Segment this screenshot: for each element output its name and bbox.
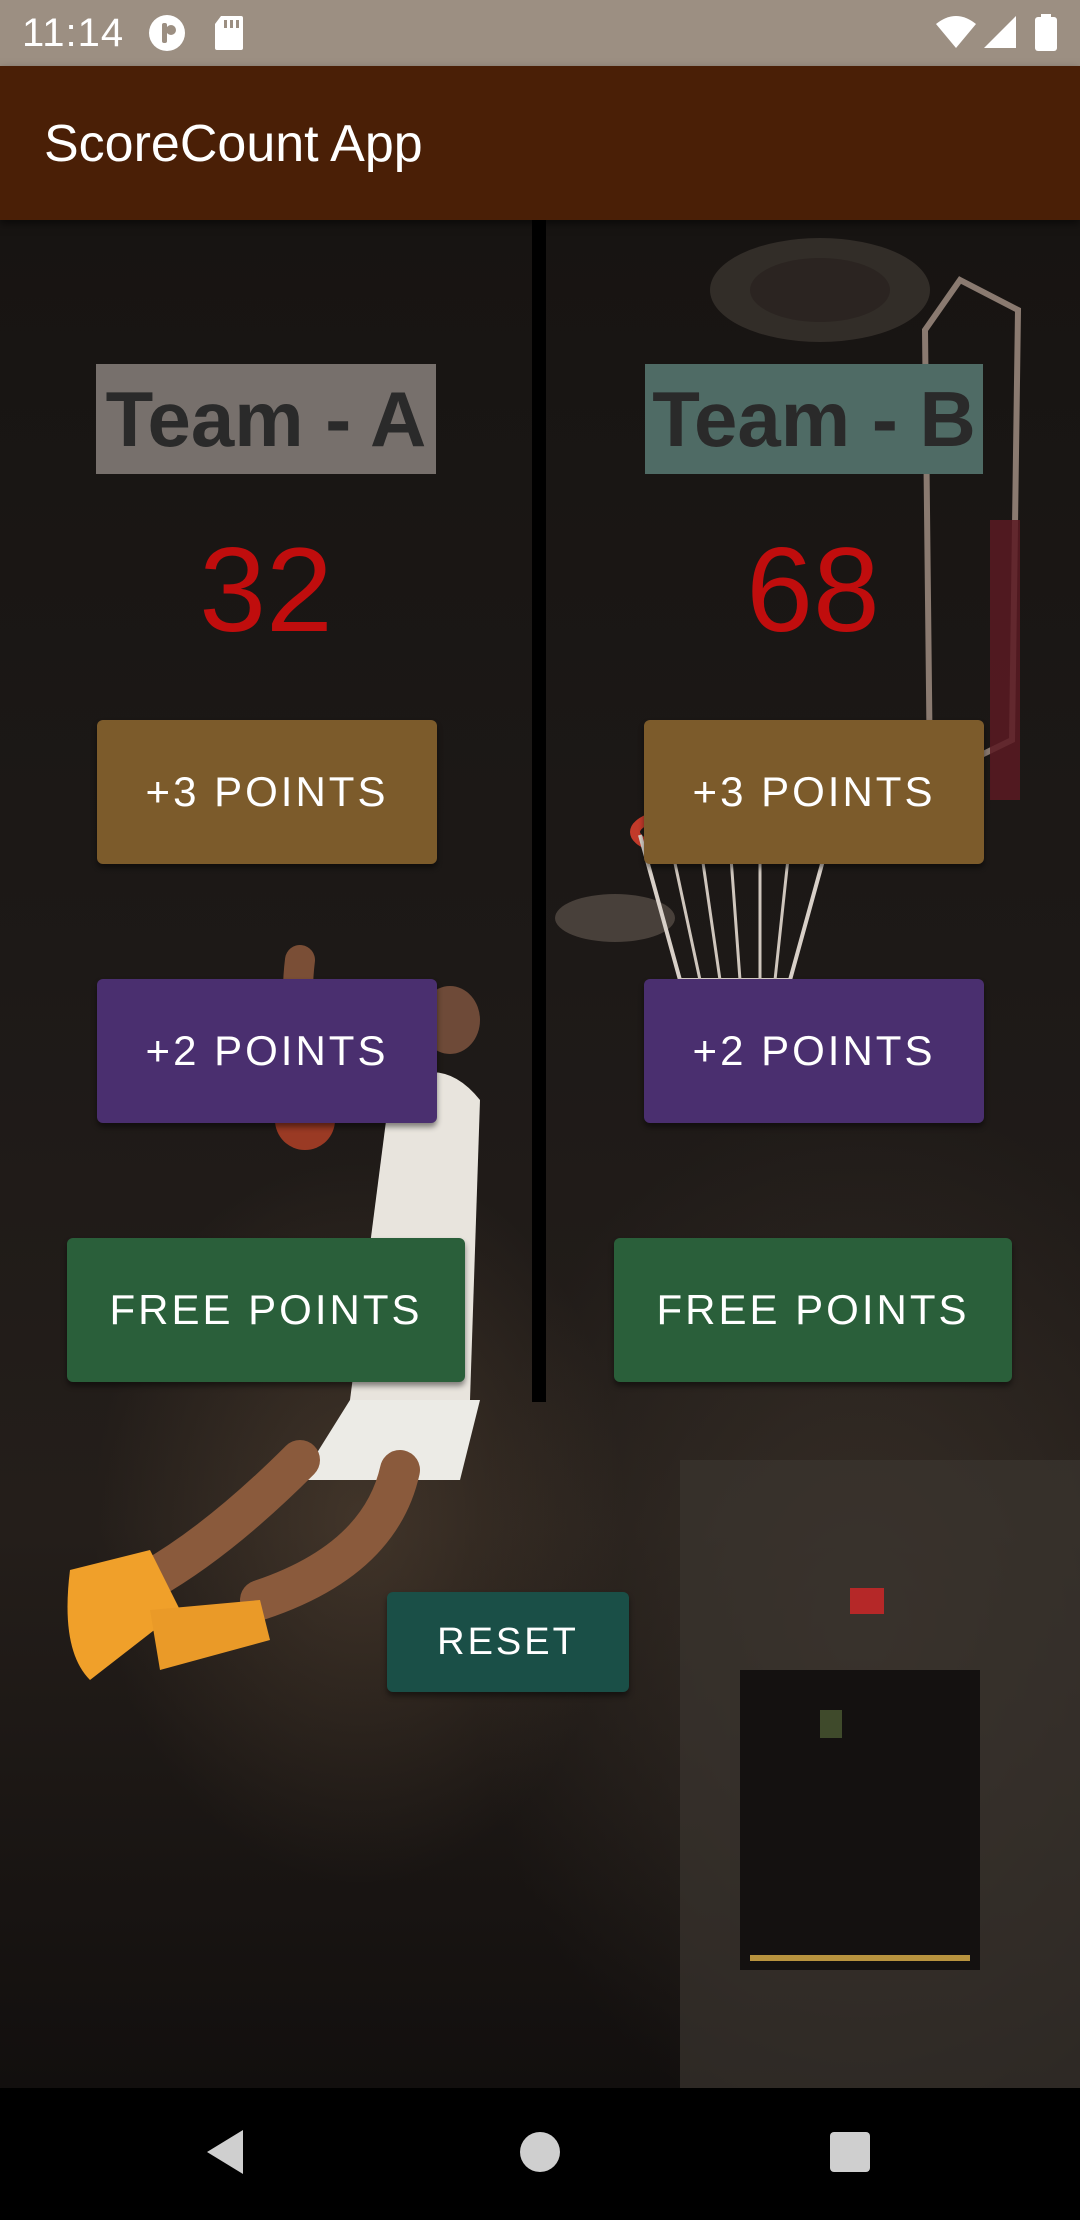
team-b-label: Team - B — [645, 364, 983, 474]
recents-icon[interactable] — [829, 2128, 871, 2176]
cellular-signal-icon — [984, 16, 1016, 48]
back-icon[interactable] — [205, 2128, 245, 2176]
podcast-icon — [149, 15, 185, 51]
team-b-score: 68 — [746, 523, 880, 657]
team-a-plus-2-button[interactable]: +2 POINTS — [97, 979, 437, 1123]
wifi-icon — [936, 16, 976, 48]
home-icon[interactable] — [519, 2128, 561, 2176]
team-a-free-points-button[interactable]: FREE POINTS — [67, 1238, 465, 1382]
team-a-score: 32 — [199, 523, 333, 657]
score-board: Team - A 32 +3 POINTS +2 POINTS FREE POI… — [0, 220, 1080, 2088]
app-bar: ScoreCount App — [0, 66, 1080, 220]
team-b-plus-3-button[interactable]: +3 POINTS — [644, 720, 984, 864]
team-a-label: Team - A — [96, 364, 436, 474]
team-divider — [532, 220, 546, 1402]
navigation-bar — [0, 2088, 1080, 2220]
team-b-plus-2-button[interactable]: +2 POINTS — [644, 979, 984, 1123]
app-title: ScoreCount App — [44, 115, 423, 173]
reset-button[interactable]: RESET — [387, 1592, 629, 1692]
battery-icon — [1035, 14, 1057, 51]
status-bar: 11:14 — [0, 0, 1080, 66]
team-a-plus-3-button[interactable]: +3 POINTS — [97, 720, 437, 864]
team-b-free-points-button[interactable]: FREE POINTS — [614, 1238, 1012, 1382]
status-time: 11:14 — [22, 11, 125, 55]
sd-card-icon — [215, 16, 243, 50]
